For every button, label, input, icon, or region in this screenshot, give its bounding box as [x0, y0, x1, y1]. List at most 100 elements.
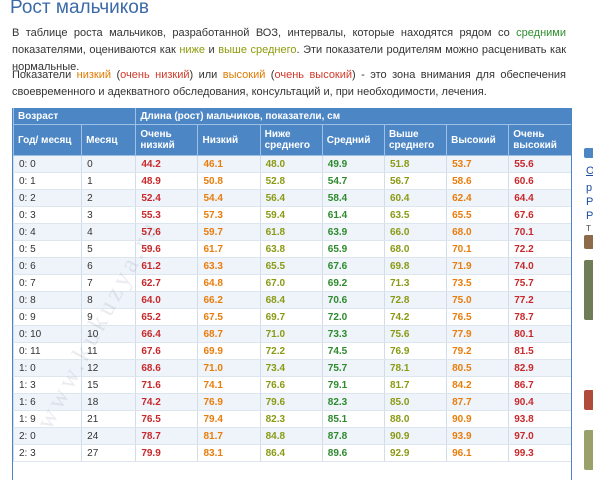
page-title: Рост мальчиков	[10, 0, 149, 18]
cell-very-low: 64.0	[135, 291, 198, 309]
cell-above-average: 75.6	[383, 325, 447, 343]
cell-very-low: 65.2	[135, 308, 198, 326]
cell-very-high: 77.2	[508, 291, 571, 309]
cell-month: 24	[81, 427, 136, 445]
table-row: 0: 4 4 57.6 59.7 61.8 63.9 66.0 68.0 70.1	[13, 223, 571, 241]
cell-high: 65.5	[446, 206, 509, 224]
col-header: Месяц	[81, 124, 136, 156]
cell-high: 87.7	[446, 393, 509, 411]
cell-age: 0: 4	[13, 223, 82, 241]
cell-average: 70.6	[321, 291, 385, 309]
col-header: Ниже среднего	[259, 124, 323, 156]
cell-month: 18	[81, 393, 136, 411]
cell-low: 76.9	[197, 393, 261, 411]
cell-very-high: 97.0	[508, 427, 571, 445]
cell-average: 85.1	[321, 410, 385, 428]
cell-average: 49.9	[321, 155, 385, 173]
cell-month: 27	[81, 444, 136, 462]
cell-low: 67.5	[197, 308, 261, 326]
cell-below-average: 56.4	[259, 189, 323, 207]
cell-below-average: 65.5	[259, 257, 323, 275]
sidebar-thumbnail[interactable]	[584, 235, 593, 249]
cell-very-low: 76.5	[135, 410, 198, 428]
cell-low: 74.1	[197, 376, 261, 394]
cell-average: 61.4	[321, 206, 385, 224]
intro-text: и	[205, 44, 219, 56]
cell-very-high: 81.5	[508, 342, 571, 360]
cell-low: 79.4	[197, 410, 261, 428]
cell-above-average: 66.0	[383, 223, 447, 241]
cell-low: 54.4	[197, 189, 261, 207]
cell-above-average: 72.8	[383, 291, 447, 309]
intro-text: В таблице роста мальчиков, разработанной…	[12, 27, 517, 39]
term-nizhe: ниже	[179, 44, 206, 56]
cell-very-low: 48.9	[135, 172, 198, 190]
sidebar-thumbnail[interactable]	[584, 430, 593, 470]
cell-low: 46.1	[197, 155, 261, 173]
cell-average: 75.7	[321, 359, 385, 377]
cell-low: 66.2	[197, 291, 261, 309]
cell-very-high: 93.8	[508, 410, 571, 428]
cell-age: 0: 1	[13, 172, 82, 190]
cell-high: 77.9	[446, 325, 509, 343]
table-row: 1: 6 18 74.2 76.9 79.6 82.3 85.0 87.7 90.4	[13, 393, 571, 411]
term-vysokiy: высокий	[222, 69, 266, 81]
col-header: Очень высокий	[508, 124, 571, 156]
intro-text: (	[111, 69, 121, 81]
cell-month: 1	[81, 172, 136, 190]
cell-very-high: 86.7	[508, 376, 571, 394]
cell-above-average: 90.9	[383, 427, 447, 445]
sidebar-icon[interactable]	[584, 148, 593, 158]
cell-very-high: 67.6	[508, 206, 571, 224]
cell-average: 72.0	[321, 308, 385, 326]
term-vyshe-srednego: выше среднего	[218, 44, 297, 56]
cell-above-average: 71.3	[383, 274, 447, 292]
table-row: 2: 0 24 78.7 81.7 84.8 87.8 90.9 93.9 97.0	[13, 427, 571, 445]
cell-very-high: 80.1	[508, 325, 571, 343]
sidebar-thumbnail[interactable]	[584, 390, 593, 410]
group-header-age: Возраст	[13, 108, 136, 125]
cell-high: 70.1	[446, 240, 509, 258]
cell-low: 57.3	[197, 206, 261, 224]
cell-below-average: 68.4	[259, 291, 323, 309]
cell-very-low: 74.2	[135, 393, 198, 411]
cell-high: 79.2	[446, 342, 509, 360]
cell-average: 63.9	[321, 223, 385, 241]
cell-low: 59.7	[197, 223, 261, 241]
cell-very-high: 55.6	[508, 155, 571, 173]
cell-below-average: 72.2	[259, 342, 323, 360]
col-header: Средний	[321, 124, 385, 156]
cell-low: 50.8	[197, 172, 261, 190]
cell-below-average: 63.8	[259, 240, 323, 258]
cell-average: 79.1	[321, 376, 385, 394]
cell-age: 0: 7	[13, 274, 82, 292]
sidebar-thumbnail[interactable]	[584, 260, 593, 320]
cell-very-low: 79.9	[135, 444, 198, 462]
cell-very-low: 68.6	[135, 359, 198, 377]
cell-below-average: 79.6	[259, 393, 323, 411]
cell-low: 71.0	[197, 359, 261, 377]
col-header: Высокий	[446, 124, 509, 156]
cell-very-low: 67.6	[135, 342, 198, 360]
cell-below-average: 52.8	[259, 172, 323, 190]
cell-very-high: 78.7	[508, 308, 571, 326]
cell-age: 0: 8	[13, 291, 82, 309]
cell-very-low: 71.6	[135, 376, 198, 394]
sidebar-text: т	[586, 222, 592, 234]
cell-month: 3	[81, 206, 136, 224]
cell-above-average: 81.7	[383, 376, 447, 394]
cell-high: 53.7	[446, 155, 509, 173]
cell-low: 83.1	[197, 444, 261, 462]
col-header: Очень низкий	[135, 124, 198, 156]
cell-very-low: 66.4	[135, 325, 198, 343]
cell-high: 84.2	[446, 376, 509, 394]
term-ochen-vysokiy: очень высокий	[274, 69, 353, 81]
sidebar-link[interactable]: О	[586, 165, 593, 177]
cell-above-average: 76.9	[383, 342, 447, 360]
cell-age: 0: 9	[13, 308, 82, 326]
cell-average: 82.3	[321, 393, 385, 411]
cell-age: 0: 2	[13, 189, 82, 207]
cell-above-average: 92.9	[383, 444, 447, 462]
col-header: Выше среднего	[383, 124, 447, 156]
cell-low: 61.7	[197, 240, 261, 258]
